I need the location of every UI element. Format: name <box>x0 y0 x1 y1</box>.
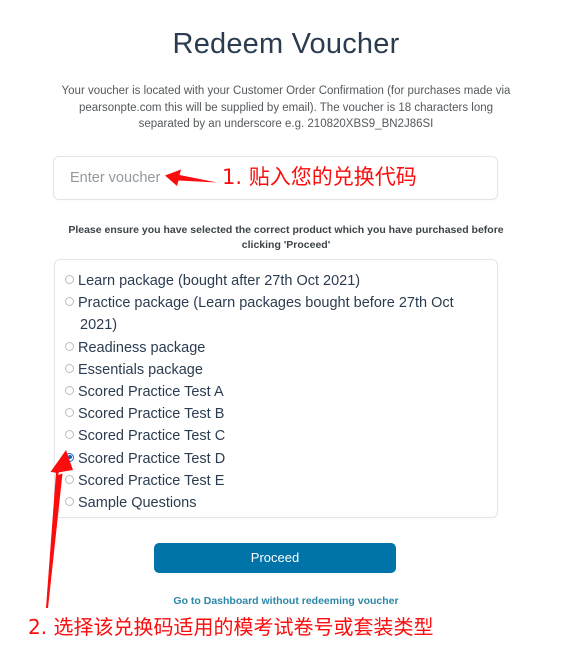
radio-icon[interactable] <box>65 386 74 396</box>
step-1-left-arrow-icon <box>165 169 217 186</box>
product-option-label: Scored Practice Test C <box>78 428 226 445</box>
radio-icon[interactable] <box>65 363 74 373</box>
radio-icon[interactable] <box>65 297 74 307</box>
product-option-label: Learn package (bought after 27th Oct 202… <box>78 273 361 289</box>
go-to-dashboard-link[interactable]: Go to Dashboard without redeeming vouche… <box>0 595 572 607</box>
product-option-label: Scored Practice Test D <box>78 450 226 467</box>
product-option-essentials-package[interactable]: Essentials package <box>65 359 485 381</box>
product-option-scored-practice-test-b[interactable]: Scored Practice Test B <box>65 403 485 425</box>
product-option-scored-practice-test-a[interactable]: Scored Practice Test A <box>65 381 485 403</box>
product-option-label: Scored Practice Test E <box>78 472 225 489</box>
product-option-label: Readiness package <box>78 339 206 356</box>
product-option-sample-questions[interactable]: Sample Questions <box>65 492 485 514</box>
product-option-scored-practice-test-c[interactable]: Scored Practice Test C <box>65 425 485 447</box>
product-option-label: Scored Practice Test B <box>78 406 225 423</box>
product-option-practice-package[interactable]: Practice package (Learn packages bought … <box>65 292 485 336</box>
product-option-label: Sample Questions <box>78 495 197 512</box>
product-option-label: Practice package (Learn packages bought … <box>78 295 454 334</box>
step-2-annotation-text: 2. 选择该兑换码适用的模考试卷号或套装类型 <box>28 615 434 639</box>
page-title: Redeem Voucher <box>172 28 400 60</box>
radio-icon[interactable] <box>65 275 74 284</box>
step-2-up-right-arrow-icon <box>46 450 73 608</box>
step-1-annotation-text: 1. 贴入您的兑换代码 <box>222 165 417 189</box>
radio-icon[interactable] <box>65 430 74 440</box>
product-option-scored-practice-test-d[interactable]: Scored Practice Test D <box>65 448 485 470</box>
radio-icon[interactable] <box>65 341 74 351</box>
proceed-button[interactable]: Proceed <box>154 543 396 573</box>
product-option-label: Scored Practice Test A <box>78 384 224 401</box>
product-options-list: Learn package (bought after 27th Oct 202… <box>54 259 498 518</box>
product-option-learn-package[interactable]: Learn package (bought after 27th Oct 202… <box>65 270 485 292</box>
product-option-scored-practice-test-e[interactable]: Scored Practice Test E <box>65 470 485 492</box>
product-option-label: Essentials package <box>78 361 203 378</box>
product-selection-note: Please ensure you have selected the corr… <box>68 224 504 251</box>
radio-icon[interactable] <box>65 408 74 418</box>
voucher-location-description: Your voucher is located with your Custom… <box>61 85 511 130</box>
product-option-readiness-package[interactable]: Readiness package <box>65 337 485 359</box>
